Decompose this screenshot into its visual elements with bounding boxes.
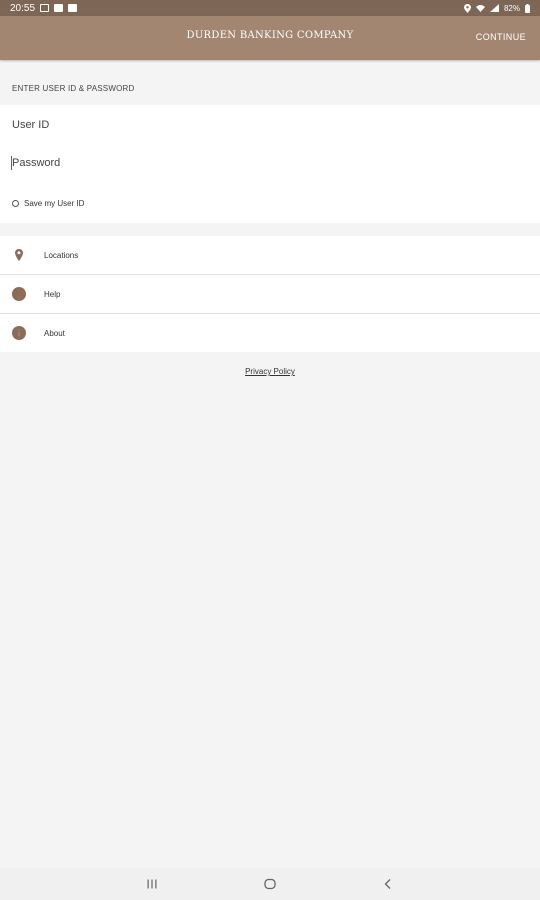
password-input[interactable] (12, 157, 512, 169)
location-icon (463, 3, 471, 13)
battery-icon (525, 3, 530, 13)
battery-percent: 82% (503, 3, 520, 13)
save-user-id-option[interactable]: Save my User ID (12, 199, 84, 208)
status-time: 20:55 (10, 2, 36, 14)
gallery-icon (40, 4, 50, 12)
login-section-label: ENTER USER ID & PASSWORD (12, 84, 135, 93)
back-icon[interactable] (381, 877, 395, 891)
user-id-input[interactable] (12, 119, 512, 131)
save-user-id-label: Save my User ID (24, 199, 85, 208)
wifi-icon (475, 5, 485, 12)
login-form: Save my User ID (0, 105, 540, 223)
status-bar-right: 82% (463, 3, 530, 13)
app-title: DURDEN BANKING COMPANY (186, 30, 354, 41)
save-user-id-radio[interactable] (12, 200, 19, 207)
continue-button[interactable]: CONTINUE (476, 32, 526, 42)
menu-item-help[interactable]: Help (0, 275, 540, 314)
menu-item-about[interactable]: About (0, 314, 540, 352)
info-icon (12, 326, 26, 340)
location-pin-icon (15, 249, 23, 261)
menu-item-label: Help (44, 289, 61, 299)
menu-item-locations[interactable]: Locations (0, 236, 540, 275)
menu-item-label: Locations (44, 250, 79, 260)
recents-icon[interactable] (145, 877, 159, 891)
privacy-policy-link[interactable]: Privacy Policy (0, 367, 540, 376)
home-icon[interactable] (263, 877, 277, 891)
app-bar: DURDEN BANKING COMPANY CONTINUE (0, 16, 540, 60)
menu-list: Locations Help About (0, 236, 540, 352)
help-icon (12, 287, 26, 301)
menu-item-label: About (44, 328, 65, 338)
text-cursor (11, 156, 12, 170)
status-bar-left: 20:55 (10, 2, 78, 14)
status-bar: 20:55 82% (0, 0, 540, 16)
system-navigation-bar (0, 868, 540, 900)
notification-icon (54, 4, 64, 12)
app-icon (68, 4, 78, 12)
signal-icon (489, 4, 499, 12)
